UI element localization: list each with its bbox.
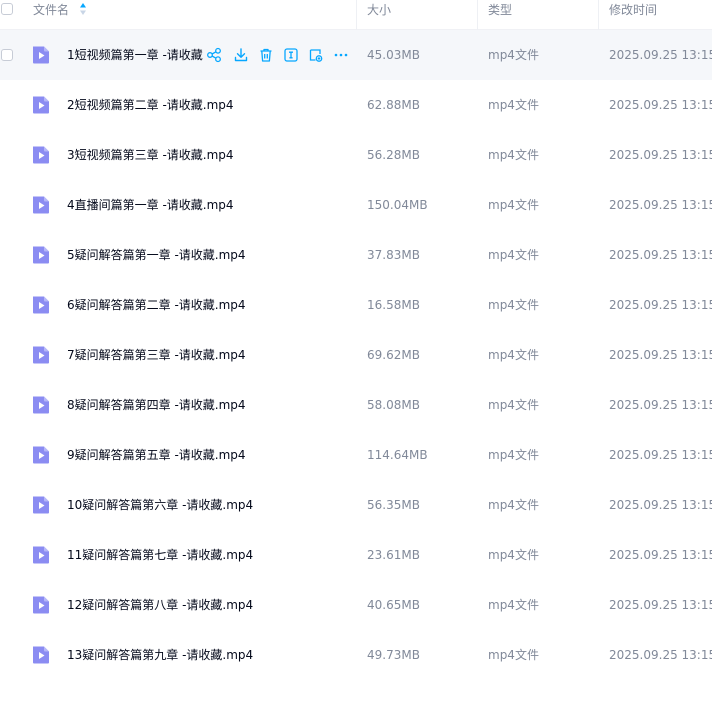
file-modified-time: 2025.09.25 13:15 <box>609 548 712 562</box>
file-modified-time: 2025.09.25 13:15 <box>609 598 712 612</box>
file-size: 69.62MB <box>367 348 420 362</box>
file-row[interactable]: 9疑问解答篇第五章 -请收藏.mp4 114.64MB mp4文件 2025.09.2… <box>0 430 712 480</box>
file-size: 56.28MB <box>367 148 420 162</box>
file-row[interactable]: 10疑问解答篇第六章 -请收藏.mp4 56.35MB mp4文件 2025.09.2… <box>0 480 712 530</box>
file-name[interactable]: 10疑问解答篇第六章 -请收藏.mp4 <box>67 480 253 530</box>
file-size: 23.61MB <box>367 548 420 562</box>
file-name[interactable]: 1短视频篇第一章 -请收藏 <box>67 30 203 80</box>
file-modified-time: 2025.09.25 13:15 <box>609 98 712 112</box>
file-type: mp4文件 <box>488 98 539 112</box>
file-type: mp4文件 <box>488 348 539 362</box>
column-divider <box>356 0 357 30</box>
file-modified-time: 2025.09.25 13:15 <box>609 48 712 62</box>
file-row[interactable]: 13疑问解答篇第九章 -请收藏.mp4 49.73MB mp4文件 2025.09.2… <box>0 630 712 680</box>
file-name[interactable]: 6疑问解答篇第二章 -请收藏.mp4 <box>67 280 246 330</box>
file-modified-time: 2025.09.25 13:15 <box>609 648 712 662</box>
file-type: mp4文件 <box>488 548 539 562</box>
file-type: mp4文件 <box>488 148 539 162</box>
move-copy-icon[interactable] <box>308 47 324 63</box>
file-modified-time: 2025.09.25 13:15 <box>609 398 712 412</box>
file-size: 62.88MB <box>367 98 420 112</box>
video-file-icon <box>33 196 49 214</box>
file-size: 56.35MB <box>367 498 420 512</box>
file-row[interactable]: 7疑问解答篇第三章 -请收藏.mp4 69.62MB mp4文件 2025.09.25… <box>0 330 712 380</box>
file-size: 45.03MB <box>367 48 420 62</box>
file-type: mp4文件 <box>488 198 539 212</box>
column-divider <box>477 0 478 30</box>
file-row[interactable]: 12疑问解答篇第八章 -请收藏.mp4 40.65MB mp4文件 2025.09.2… <box>0 580 712 630</box>
file-size: 40.65MB <box>367 598 420 612</box>
file-row[interactable]: 3短视频篇第三章 -请收藏.mp4 56.28MB mp4文件 2025.09.25 … <box>0 130 712 180</box>
file-size: 49.73MB <box>367 648 420 662</box>
file-type: mp4文件 <box>488 398 539 412</box>
share-icon[interactable] <box>206 47 222 63</box>
file-row[interactable]: 5疑问解答篇第一章 -请收藏.mp4 37.83MB mp4文件 2025.09.25… <box>0 230 712 280</box>
file-modified-time: 2025.09.25 13:15 <box>609 298 712 312</box>
file-name[interactable]: 4直播间篇第一章 -请收藏.mp4 <box>67 180 234 230</box>
rename-icon[interactable] <box>283 47 299 63</box>
column-divider <box>598 0 599 30</box>
file-row[interactable]: 6疑问解答篇第二章 -请收藏.mp4 16.58MB mp4文件 2025.09.25… <box>0 280 712 330</box>
video-file-icon <box>33 646 49 664</box>
column-header-size[interactable]: 大小 <box>367 0 391 30</box>
file-size: 114.64MB <box>367 448 428 462</box>
delete-icon[interactable] <box>258 47 274 63</box>
video-file-icon <box>33 246 49 264</box>
file-row[interactable]: 11疑问解答篇第七章 -请收藏.mp4 23.61MB mp4文件 2025.09.2… <box>0 530 712 580</box>
file-name[interactable]: 3短视频篇第三章 -请收藏.mp4 <box>67 130 234 180</box>
file-name[interactable]: 13疑问解答篇第九章 -请收藏.mp4 <box>67 630 253 680</box>
file-type: mp4文件 <box>488 498 539 512</box>
file-modified-time: 2025.09.25 13:15 <box>609 348 712 362</box>
file-size: 16.58MB <box>367 298 420 312</box>
more-icon[interactable] <box>333 47 349 63</box>
file-size: 58.08MB <box>367 398 420 412</box>
select-all-checkbox[interactable] <box>1 3 13 15</box>
file-name[interactable]: 7疑问解答篇第三章 -请收藏.mp4 <box>67 330 246 380</box>
file-modified-time: 2025.09.25 13:15 <box>609 498 712 512</box>
file-size: 37.83MB <box>367 248 420 262</box>
video-file-icon <box>33 496 49 514</box>
file-type: mp4文件 <box>488 298 539 312</box>
file-size: 150.04MB <box>367 198 428 212</box>
video-file-icon <box>33 146 49 164</box>
video-file-icon <box>33 596 49 614</box>
sort-icon[interactable] <box>80 3 86 15</box>
column-header-type[interactable]: 类型 <box>488 0 512 30</box>
file-row[interactable]: 1短视频篇第一章 -请收藏 45.03MB mp4文件 2025.09.25 13:1… <box>0 30 712 80</box>
video-file-icon <box>33 396 49 414</box>
video-file-icon <box>33 546 49 564</box>
download-icon[interactable] <box>233 47 249 63</box>
file-type: mp4文件 <box>488 648 539 662</box>
file-modified-time: 2025.09.25 13:15 <box>609 448 712 462</box>
file-modified-time: 2025.09.25 13:15 <box>609 198 712 212</box>
file-name[interactable]: 12疑问解答篇第八章 -请收藏.mp4 <box>67 580 253 630</box>
file-type: mp4文件 <box>488 248 539 262</box>
row-checkbox[interactable] <box>1 49 13 61</box>
file-type: mp4文件 <box>488 48 539 62</box>
video-file-icon <box>33 446 49 464</box>
column-header-modified[interactable]: 修改时间 <box>609 0 657 30</box>
file-modified-time: 2025.09.25 13:15 <box>609 148 712 162</box>
file-name[interactable]: 2短视频篇第二章 -请收藏.mp4 <box>67 80 234 130</box>
file-list-header: 文件名 大小 类型 修改时间 <box>0 0 712 30</box>
file-name[interactable]: 9疑问解答篇第五章 -请收藏.mp4 <box>67 430 246 480</box>
file-type: mp4文件 <box>488 448 539 462</box>
file-name[interactable]: 8疑问解答篇第四章 -请收藏.mp4 <box>67 380 246 430</box>
video-file-icon <box>33 346 49 364</box>
file-row[interactable]: 8疑问解答篇第四章 -请收藏.mp4 58.08MB mp4文件 2025.09.25… <box>0 380 712 430</box>
file-type: mp4文件 <box>488 598 539 612</box>
file-name[interactable]: 11疑问解答篇第七章 -请收藏.mp4 <box>67 530 253 580</box>
file-row[interactable]: 2短视频篇第二章 -请收藏.mp4 62.88MB mp4文件 2025.09.25 … <box>0 80 712 130</box>
video-file-icon <box>33 96 49 114</box>
video-file-icon <box>33 46 49 64</box>
file-name[interactable]: 5疑问解答篇第一章 -请收藏.mp4 <box>67 230 246 280</box>
file-row[interactable]: 4直播间篇第一章 -请收藏.mp4 150.04MB mp4文件 2025.09.25… <box>0 180 712 230</box>
video-file-icon <box>33 296 49 314</box>
file-modified-time: 2025.09.25 13:15 <box>609 248 712 262</box>
column-header-name[interactable]: 文件名 <box>33 0 69 30</box>
